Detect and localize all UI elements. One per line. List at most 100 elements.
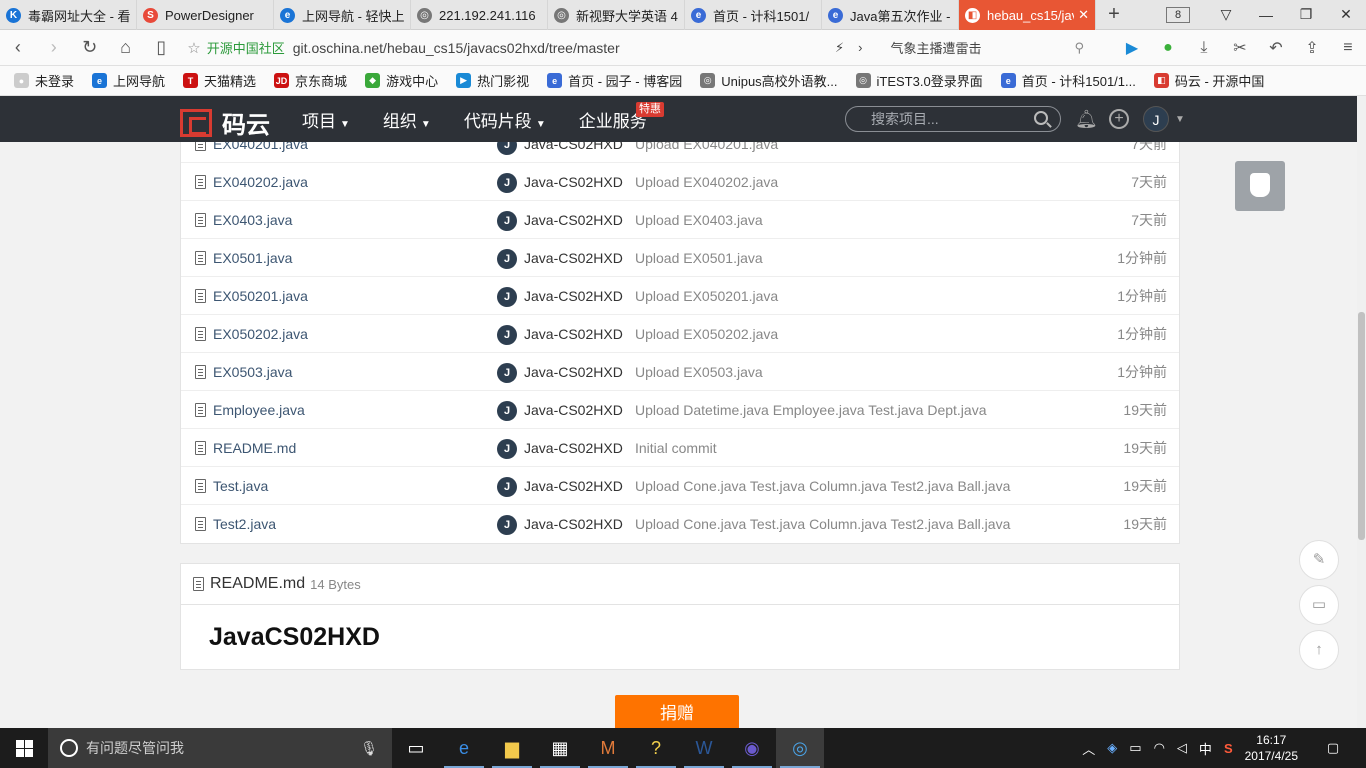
minimize-button[interactable]: — xyxy=(1246,7,1286,23)
scrollbar-thumb[interactable] xyxy=(1358,312,1365,540)
search-icon[interactable]: ⚲ xyxy=(1074,40,1084,56)
microphone-icon[interactable]: 🎙︎ xyxy=(360,740,378,757)
menu-icon[interactable]: ≡ xyxy=(1330,39,1366,57)
create-plus-icon[interactable]: + xyxy=(1109,109,1129,129)
file-name-link[interactable]: EX040201.java xyxy=(213,142,308,152)
commit-author[interactable]: Java-CS02HXD xyxy=(524,326,623,342)
commit-author[interactable]: Java-CS02HXD xyxy=(524,516,623,532)
show-hidden-icons[interactable]: ︿ xyxy=(1082,739,1095,758)
author-avatar[interactable]: J xyxy=(497,249,517,269)
browser-tab[interactable]: K 毒霸网址大全 - 看 xyxy=(0,0,137,30)
commit-author[interactable]: Java-CS02HXD xyxy=(524,174,623,190)
commit-author[interactable]: Java-CS02HXD xyxy=(524,440,623,456)
file-name-link[interactable]: Test2.java xyxy=(213,516,276,532)
file-explorer-icon[interactable]: ▆ xyxy=(488,728,536,768)
back-to-top-icon[interactable]: ↑ xyxy=(1299,630,1339,670)
bookmark-item[interactable]: e 首页 - 计科1501/1... xyxy=(1000,71,1136,90)
bookmark-item[interactable]: ◎ iTEST3.0登录界面 xyxy=(855,71,983,90)
commit-message-link[interactable]: Upload Cone.java Test.java Column.java T… xyxy=(635,478,1010,494)
video-play-icon[interactable]: ▶ xyxy=(1114,38,1150,58)
eclipse-icon[interactable]: ◉ xyxy=(728,728,776,768)
bookmark-item[interactable]: ▶ 热门影视 xyxy=(456,71,529,90)
bookmark-item[interactable]: ◧ 码云 - 开源中国 xyxy=(1153,71,1264,90)
commit-message-link[interactable]: Upload EX040202.java xyxy=(635,174,778,190)
user-avatar[interactable]: J xyxy=(1143,106,1169,132)
file-name-link[interactable]: EX0403.java xyxy=(213,212,292,228)
commit-message-link[interactable]: Upload EX0403.java xyxy=(635,212,763,228)
commit-message-link[interactable]: Upload Cone.java Test.java Column.java T… xyxy=(635,516,1010,532)
commit-message-link[interactable]: Upload EX050202.java xyxy=(635,326,778,342)
wechat-icon[interactable]: ● xyxy=(1150,39,1186,57)
nav-projects[interactable]: 项目 ▼ xyxy=(302,107,350,132)
bookmark-item[interactable]: e 上网导航 xyxy=(92,71,165,90)
battery-icon[interactable]: ▭ xyxy=(1129,740,1141,756)
star-icon[interactable]: ☆ xyxy=(187,39,200,57)
author-avatar[interactable]: J xyxy=(497,439,517,459)
reading-mode-icon[interactable]: ▯ xyxy=(143,37,179,58)
file-name-link[interactable]: Test.java xyxy=(213,478,268,494)
commit-message-link[interactable]: Upload EX0503.java xyxy=(635,364,763,380)
ime-indicator[interactable]: 中 xyxy=(1199,739,1212,758)
help-icon[interactable]: ? xyxy=(632,728,680,768)
back-button[interactable]: ‹ xyxy=(0,37,36,58)
page-scrollbar[interactable] xyxy=(1357,96,1366,728)
news-ticker[interactable]: 气象主播遭雷击 xyxy=(890,38,1060,57)
commit-message-link[interactable]: Initial commit xyxy=(635,440,717,456)
browser-icon[interactable]: ◎ xyxy=(776,728,824,768)
share-icon[interactable]: ⇪ xyxy=(1294,38,1330,58)
file-name-link[interactable]: EX050201.java xyxy=(213,288,308,304)
download-icon[interactable]: ⤓ xyxy=(1186,39,1222,57)
comment-icon[interactable]: ▭ xyxy=(1299,585,1339,625)
author-avatar[interactable]: J xyxy=(497,287,517,307)
bookmark-item[interactable]: ◆ 游戏中心 xyxy=(365,71,438,90)
commit-message-link[interactable]: Upload EX0501.java xyxy=(635,250,763,266)
browser-tab[interactable]: e 上网导航 - 轻快上 xyxy=(274,0,411,30)
file-name-link[interactable]: Employee.java xyxy=(213,402,305,418)
address-bar[interactable]: ☆ 开源中国社区 git.oschina.net/hebau_cs15/java… xyxy=(187,34,1084,62)
bookmark-item[interactable]: ◎ Unipus高校外语教... xyxy=(700,71,838,90)
browser-tab[interactable]: ◎ 221.192.241.116 xyxy=(411,0,548,30)
bookmark-item[interactable]: e 首页 - 园子 - 博客园 xyxy=(547,71,682,90)
project-search-input[interactable]: 搜索项目... xyxy=(845,106,1061,132)
shield-icon[interactable]: ◈ xyxy=(1107,740,1117,756)
close-window-button[interactable]: ✕ xyxy=(1326,6,1366,23)
cortana-search-box[interactable]: 有问题尽管问我 🎙︎ xyxy=(48,728,392,768)
file-name-link[interactable]: EX0501.java xyxy=(213,250,292,266)
task-view-icon[interactable]: ▭ xyxy=(392,728,440,768)
lightning-icon[interactable]: ⚡ xyxy=(835,40,844,56)
matlab-icon[interactable]: M xyxy=(584,728,632,768)
start-button[interactable] xyxy=(0,728,48,768)
commit-author[interactable]: Java-CS02HXD xyxy=(524,288,623,304)
site-logo[interactable]: 码云 xyxy=(180,105,270,140)
home-button[interactable]: ⌂ xyxy=(108,37,144,58)
wifi-icon[interactable]: ◠ xyxy=(1154,740,1165,756)
file-name-link[interactable]: EX0503.java xyxy=(213,364,292,380)
author-avatar[interactable]: J xyxy=(497,142,517,155)
browser-tab[interactable]: ◎ 新视野大学英语 4 xyxy=(548,0,685,30)
restore-button[interactable]: ❐ xyxy=(1286,6,1326,23)
browser-tab[interactable]: S PowerDesigner xyxy=(137,0,274,30)
author-avatar[interactable]: J xyxy=(497,477,517,497)
file-name-link[interactable]: EX050202.java xyxy=(213,326,308,342)
commit-author[interactable]: Java-CS02HXD xyxy=(524,402,623,418)
store-icon[interactable]: ▦ xyxy=(536,728,584,768)
commit-author[interactable]: Java-CS02HXD xyxy=(524,250,623,266)
url-text[interactable]: git.oschina.net/hebau_cs15/javacs02hxd/t… xyxy=(293,40,620,56)
commit-message-link[interactable]: Upload EX040201.java xyxy=(635,142,778,152)
author-avatar[interactable]: J xyxy=(497,363,517,383)
commit-author[interactable]: Java-CS02HXD xyxy=(524,364,623,380)
search-icon[interactable] xyxy=(1034,111,1048,125)
favorites-icon[interactable]: ▽ xyxy=(1206,6,1246,23)
caret-down-icon[interactable]: ▼ xyxy=(1175,114,1185,125)
file-name-link[interactable]: EX040202.java xyxy=(213,174,308,190)
scissors-icon[interactable]: ✂ xyxy=(1222,38,1258,58)
author-avatar[interactable]: J xyxy=(497,211,517,231)
commit-message-link[interactable]: Upload Datetime.java Employee.java Test.… xyxy=(635,402,986,418)
volume-icon[interactable]: ◁ xyxy=(1177,740,1187,756)
word-icon[interactable]: W xyxy=(680,728,728,768)
commit-author[interactable]: Java-CS02HXD xyxy=(524,478,623,494)
refresh-button[interactable]: ↻ xyxy=(72,37,108,58)
edge-icon[interactable]: e xyxy=(440,728,488,768)
donate-button[interactable]: 捐赠 xyxy=(615,695,739,728)
forward-button[interactable]: › xyxy=(36,37,72,58)
